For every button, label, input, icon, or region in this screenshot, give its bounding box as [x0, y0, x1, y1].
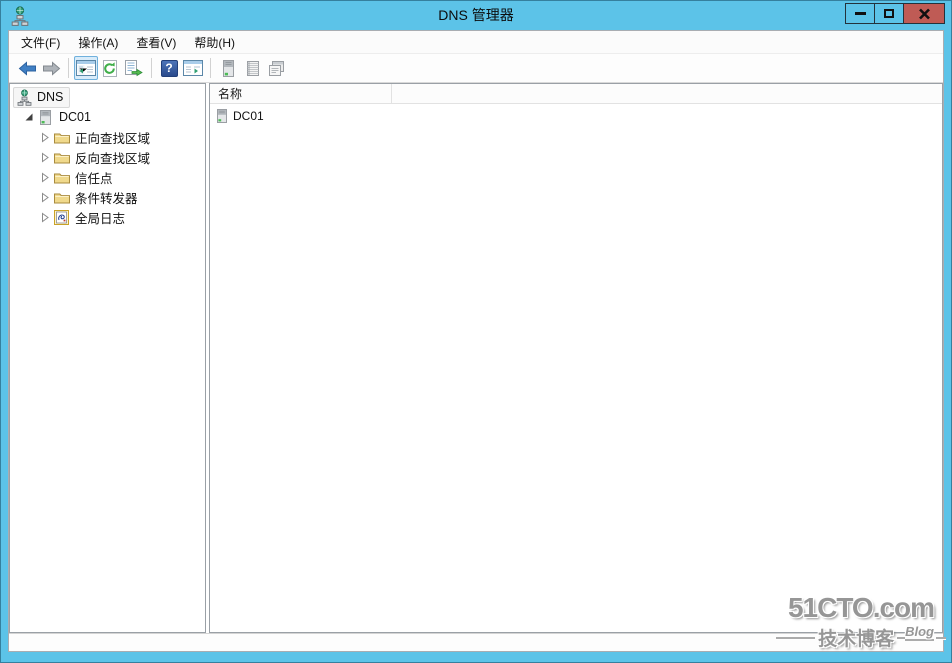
folder-icon	[53, 191, 70, 204]
minimize-button[interactable]	[845, 3, 875, 24]
console-tree-icon	[76, 60, 96, 76]
expander-collapsed-icon[interactable]	[39, 192, 50, 203]
close-icon	[918, 8, 931, 20]
toolbar-separator	[151, 58, 152, 78]
dns-manager-window: DNS 管理器 文件(F) 操作(A) 查看(V) 帮助(H)	[0, 0, 952, 663]
folder-icon	[53, 151, 70, 164]
list-item-label: DC01	[233, 109, 264, 123]
properties-icon	[267, 60, 286, 77]
minimize-icon	[855, 12, 866, 15]
content-area: DNS DC01	[9, 83, 943, 633]
toolbar: ?	[9, 54, 943, 83]
folder-icon	[53, 171, 70, 184]
tree-node-dns-root[interactable]: DNS	[10, 87, 205, 107]
tree-node-forward-lookup-zones[interactable]: 正向查找区域	[10, 127, 205, 147]
export-list-icon	[124, 60, 144, 77]
status-bar	[9, 633, 943, 651]
server-icon	[217, 109, 227, 123]
menu-help[interactable]: 帮助(H)	[185, 31, 244, 53]
tree-selection-box: DNS	[13, 87, 70, 108]
maximize-icon	[884, 9, 894, 18]
expander-expanded-icon[interactable]	[23, 112, 34, 123]
list-view-icon	[244, 60, 261, 77]
titlebar: DNS 管理器	[1, 1, 951, 30]
expander-collapsed-icon[interactable]	[39, 172, 50, 183]
tree-node-server-dc01[interactable]: DC01	[10, 107, 205, 127]
expander-collapsed-icon[interactable]	[39, 152, 50, 163]
tree-node-label: DNS	[37, 90, 63, 104]
tree-node-label: 信任点	[75, 168, 113, 187]
server-icon	[37, 110, 54, 125]
toolbar-separator	[68, 58, 69, 78]
menubar: 文件(F) 操作(A) 查看(V) 帮助(H)	[9, 31, 943, 54]
tree-node-conditional-forwarders[interactable]: 条件转发器	[10, 187, 205, 207]
window-title: DNS 管理器	[1, 1, 951, 30]
help-button[interactable]: ?	[157, 56, 181, 80]
tree-node-label: 正向查找区域	[75, 128, 150, 147]
tree-node-label: DC01	[59, 110, 91, 124]
tree-node-reverse-lookup-zones[interactable]: 反向查找区域	[10, 147, 205, 167]
help-icon: ?	[161, 60, 178, 77]
properties-toolbar-button[interactable]	[264, 56, 288, 80]
list-header: 名称	[210, 84, 942, 104]
toolbar-separator	[210, 58, 211, 78]
menu-view[interactable]: 查看(V)	[127, 31, 185, 53]
forward-icon	[41, 61, 62, 76]
expander-collapsed-icon[interactable]	[39, 132, 50, 143]
tree-node-label: 反向查找区域	[75, 148, 150, 167]
tree-node-global-logs[interactable]: 全局日志	[10, 207, 205, 227]
list-item-dc01[interactable]: DC01	[210, 106, 942, 125]
menu-action[interactable]: 操作(A)	[69, 31, 127, 53]
list-view-toolbar-button[interactable]	[240, 56, 264, 80]
close-button[interactable]	[903, 3, 945, 24]
refresh-icon	[101, 60, 119, 77]
console-tree-pane: DNS DC01	[9, 83, 206, 633]
back-button[interactable]	[15, 56, 39, 80]
client-area: 文件(F) 操作(A) 查看(V) 帮助(H)	[8, 30, 944, 652]
server-icon	[222, 60, 235, 77]
menu-file[interactable]: 文件(F)	[12, 31, 69, 53]
column-header-label: 名称	[218, 85, 242, 102]
maximize-button[interactable]	[874, 3, 904, 24]
tree-node-label: 条件转发器	[75, 188, 138, 207]
dns-root-icon	[17, 89, 32, 106]
action-pane-icon	[183, 60, 203, 76]
refresh-button[interactable]	[98, 56, 122, 80]
log-book-icon	[53, 210, 70, 225]
tree-node-trust-points[interactable]: 信任点	[10, 167, 205, 187]
result-list-pane: 名称 DC01	[209, 83, 943, 633]
window-controls	[845, 3, 945, 24]
back-icon	[17, 61, 38, 76]
folder-icon	[53, 131, 70, 144]
server-toolbar-button[interactable]	[216, 56, 240, 80]
show-action-pane-button[interactable]	[181, 56, 205, 80]
column-header-name[interactable]: 名称	[210, 84, 392, 103]
expander-collapsed-icon[interactable]	[39, 212, 50, 223]
export-list-button[interactable]	[122, 56, 146, 80]
forward-button[interactable]	[39, 56, 63, 80]
tree-node-label: 全局日志	[75, 208, 125, 227]
show-console-tree-button[interactable]	[74, 56, 98, 80]
